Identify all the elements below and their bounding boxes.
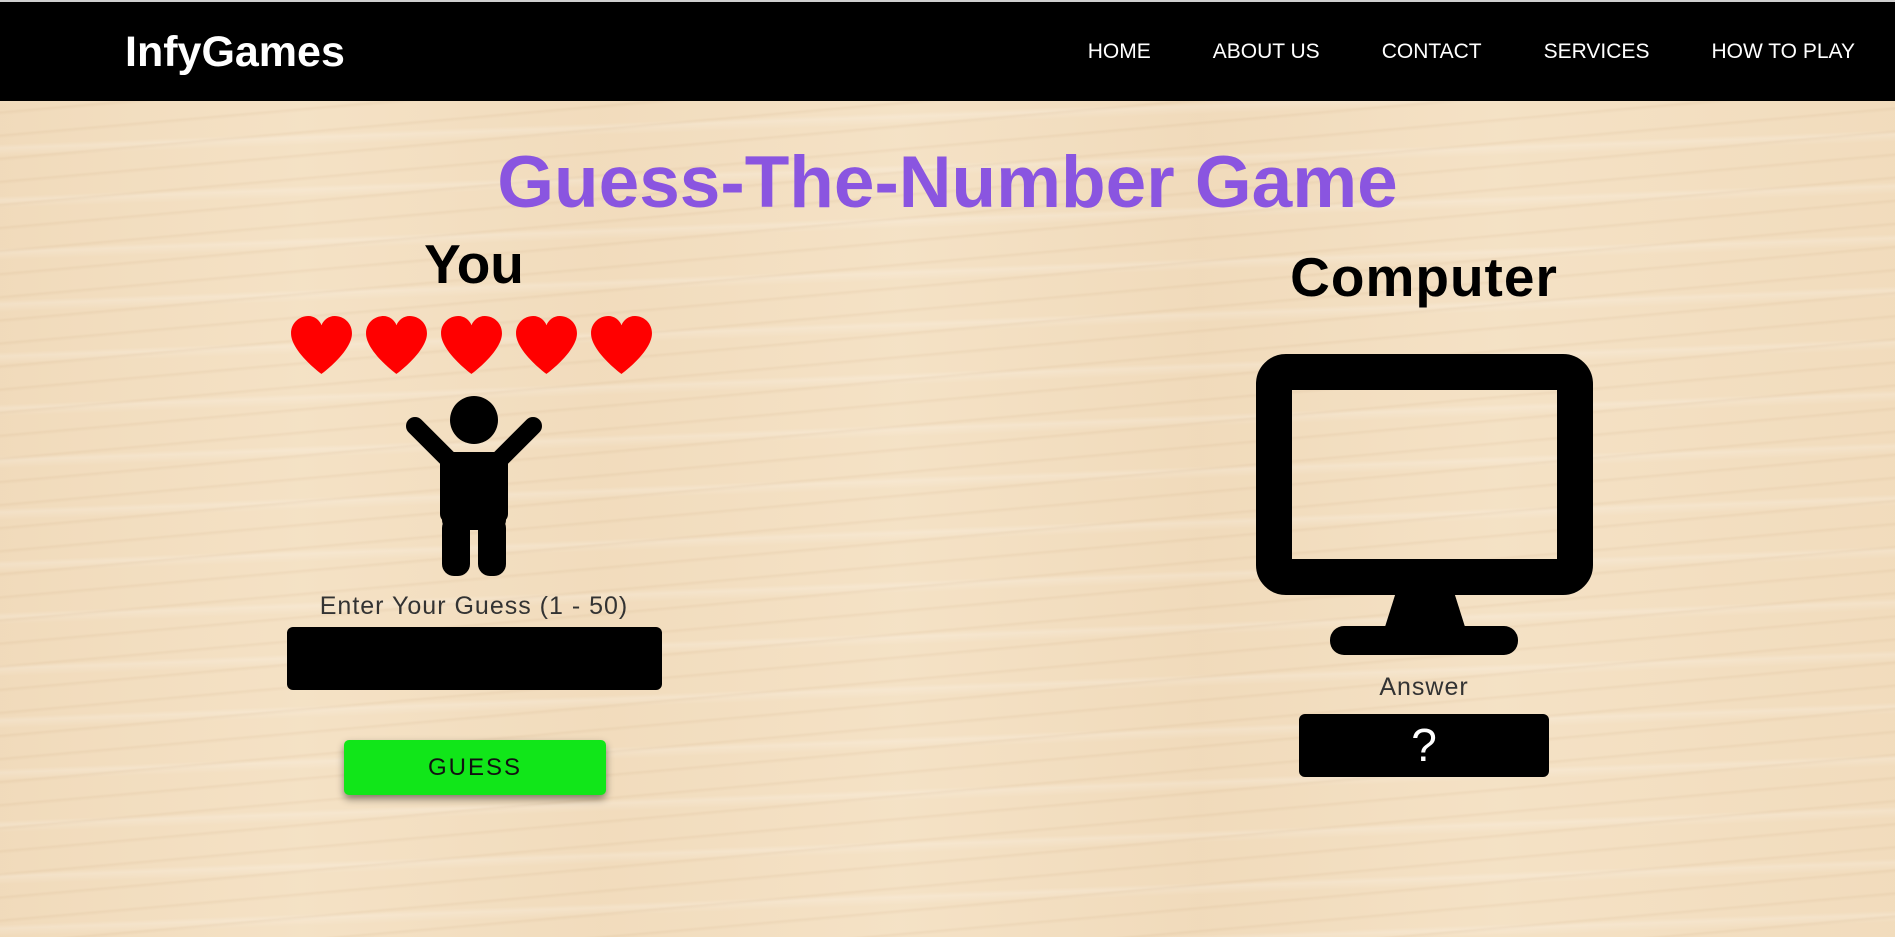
computer-heading-text: Computer: [1290, 246, 1558, 308]
nav-home-link[interactable]: HOME: [1088, 40, 1151, 64]
heart-icon: [516, 316, 577, 374]
heart-icon: [441, 316, 502, 374]
person-icon: [406, 396, 542, 576]
page-title-text: Guess-The-Number Game: [497, 142, 1398, 223]
nav-how-to-play-link[interactable]: HOW TO PLAY: [1711, 40, 1855, 64]
lives-container: [289, 313, 654, 378]
nav-services-link[interactable]: SERVICES: [1544, 40, 1650, 64]
heart-icon: [291, 316, 352, 374]
monitor-icon: [1256, 354, 1593, 655]
navbar: InfyGames HOME ABOUT US CONTACT SERVICES…: [0, 2, 1895, 101]
player-heading-text: You: [424, 233, 524, 295]
guess-label-text: Enter Your Guess (1 - 50): [319, 592, 629, 620]
guess-input[interactable]: [287, 627, 662, 690]
nav-about-link[interactable]: ABOUT US: [1213, 40, 1320, 64]
answer-label-text: Answer: [1379, 673, 1469, 701]
nav-contact-link[interactable]: CONTACT: [1382, 40, 1482, 64]
page-title: Guess-The-Number Game: [0, 142, 1895, 224]
brand-logo[interactable]: InfyGames: [125, 28, 345, 76]
heart-icon: [366, 316, 427, 374]
answer-display: ?: [1299, 714, 1549, 777]
heart-icon: [591, 316, 652, 374]
nav-menu: HOME ABOUT US CONTACT SERVICES HOW TO PL…: [1088, 40, 1855, 64]
guess-button[interactable]: GUESS: [344, 740, 606, 795]
